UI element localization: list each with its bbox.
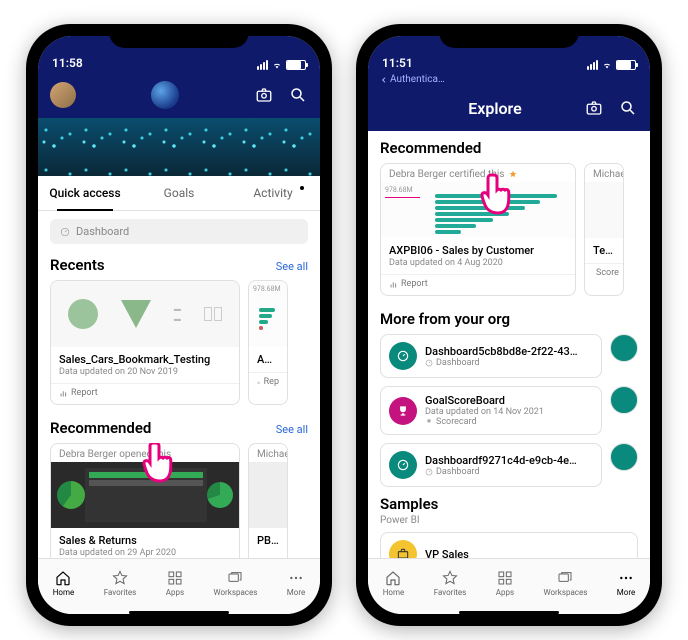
bottom-nav: Home Favorites Apps Workspaces More: [38, 558, 320, 610]
tabs: Quick access Goals Activity: [38, 176, 320, 211]
tab-goals[interactable]: Goals: [132, 176, 226, 210]
avatar[interactable]: [50, 82, 76, 108]
clock: 11:51: [382, 56, 413, 70]
app-logo-icon: [151, 81, 179, 109]
more-org-title: More from your org: [380, 310, 510, 328]
org-item-peek[interactable]: [610, 386, 638, 414]
dashboard-icon: [425, 468, 433, 476]
nav-home[interactable]: Home: [53, 569, 75, 597]
search-icon[interactable]: [618, 98, 638, 118]
card-subtitle: Data updated on 20 Nov 2019: [59, 367, 231, 377]
recents-card-peek[interactable]: 978.68M AXPB Rep: [248, 280, 288, 405]
opened-by-line: Debra Berger opened this: [51, 444, 239, 462]
trophy-icon: [389, 397, 417, 425]
card-title: Sales_Cars_Bookmark_Testing: [59, 353, 231, 366]
nav-more[interactable]: More: [617, 569, 635, 597]
phone-left: 11:58 Quick access Goals Activity Da: [26, 24, 332, 626]
recents-card-visual: ▬▬: [51, 281, 239, 347]
samples-label: Power BI: [380, 515, 420, 526]
recommended-card-peek[interactable]: Michae PBIM: [248, 443, 288, 558]
chevron-left-icon: [380, 76, 388, 84]
recents-title: Recents: [50, 256, 105, 274]
recommended-card[interactable]: Debra Berger opened this Sales & Returns…: [50, 443, 240, 558]
notch: [439, 24, 579, 48]
recommended-card[interactable]: Debra Berger certified this 978.68M: [380, 163, 576, 296]
dashboard-icon: [60, 227, 70, 237]
clock: 11:58: [52, 56, 83, 70]
camera-icon[interactable]: [254, 85, 274, 105]
nav-workspaces[interactable]: Workspaces: [214, 569, 258, 597]
recents-card[interactable]: ▬▬ Sales_Cars_Bookmark_Testing Data upda…: [50, 280, 240, 405]
wifi-icon: [601, 61, 613, 70]
tab-activity[interactable]: Activity: [226, 176, 320, 210]
cellular-icon: [587, 60, 598, 70]
page-title: Explore: [406, 99, 584, 118]
card-subtitle: Data updated on 4 Aug 2020: [389, 258, 567, 268]
nav-apps[interactable]: Apps: [496, 569, 514, 597]
camera-icon[interactable]: [584, 98, 604, 118]
card-subtitle: Data updated on 29 Apr 2020: [59, 548, 231, 558]
recents-see-all[interactable]: See all: [276, 260, 308, 273]
nav-home[interactable]: Home: [383, 569, 405, 597]
trophy-icon: [425, 418, 433, 426]
recommended-card-peek[interactable]: Michael Testing Score: [584, 163, 624, 296]
nav-favorites[interactable]: Favorites: [104, 569, 137, 597]
search-icon[interactable]: [288, 85, 308, 105]
card-title: AXPBI06 - Sales by Customer: [389, 244, 567, 257]
notch: [109, 24, 249, 48]
battery-icon: [286, 60, 306, 70]
tab-quick-access[interactable]: Quick access: [38, 176, 132, 210]
dashboard-pill[interactable]: Dashboard: [50, 219, 308, 244]
report-icon: [257, 378, 261, 387]
top-bar: Explore: [368, 85, 650, 131]
recommended-card-visual: [51, 462, 239, 528]
org-item[interactable]: Dashboard5cb8bd8e-2f22-43… Dashboard: [380, 334, 602, 378]
report-icon: [59, 389, 68, 398]
card-title: Sales & Returns: [59, 534, 231, 547]
report-icon: [389, 280, 398, 289]
breadcrumb[interactable]: Authentica…: [368, 72, 650, 85]
home-indicator[interactable]: [38, 610, 320, 614]
sample-item[interactable]: VP Sales: [380, 532, 638, 558]
home-indicator[interactable]: [368, 610, 650, 614]
recommended-see-all[interactable]: See all: [276, 423, 308, 436]
hero-banner: [38, 118, 320, 176]
nav-favorites[interactable]: Favorites: [434, 569, 467, 597]
dashboard-icon: [425, 359, 433, 367]
nav-apps[interactable]: Apps: [166, 569, 184, 597]
samples-title: Samples: [380, 495, 438, 513]
org-item[interactable]: GoalScoreBoard Data updated on 14 Nov 20…: [380, 386, 602, 435]
org-item-peek[interactable]: [610, 443, 638, 471]
top-bar: [38, 72, 320, 118]
activity-dot-icon: [300, 186, 304, 190]
nav-more[interactable]: More: [287, 569, 305, 597]
certified-badge-icon: [508, 170, 518, 180]
cellular-icon: [257, 60, 268, 70]
certified-line: Debra Berger certified this: [381, 164, 575, 182]
wifi-icon: [271, 61, 283, 70]
gauge-icon: [389, 342, 417, 370]
gauge-icon: [389, 451, 417, 479]
org-item-peek[interactable]: [610, 334, 638, 362]
org-item[interactable]: Dashboardf9271c4d-e9cb-4e… Dashboard: [380, 443, 602, 487]
recommended-title: Recommended: [50, 419, 151, 437]
bottom-nav: Home Favorites Apps Workspaces More: [368, 558, 650, 610]
nav-workspaces[interactable]: Workspaces: [544, 569, 588, 597]
recommended-title: Recommended: [380, 139, 481, 157]
briefcase-icon: [389, 540, 417, 558]
phone-right: 11:51 Authentica… Explore Recommended: [356, 24, 662, 626]
battery-icon: [616, 60, 636, 70]
